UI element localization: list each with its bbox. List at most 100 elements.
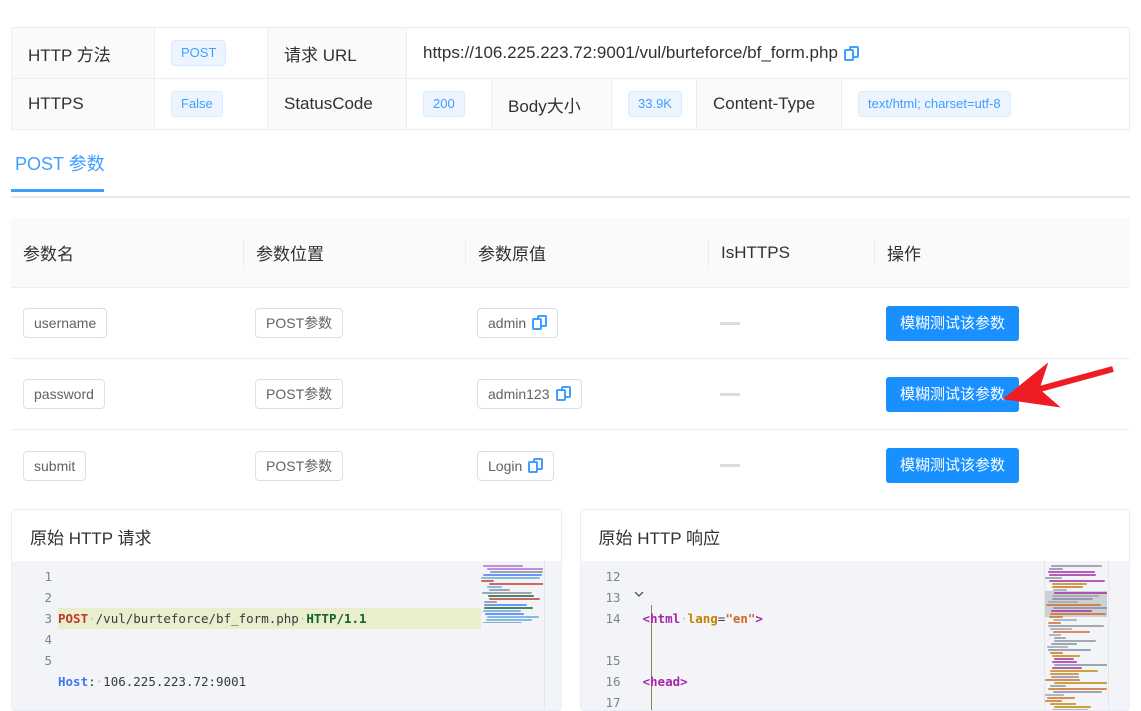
- request-code-editor[interactable]: 1 2 3 4 5 POST·/vul/burteforce/bf_form.p…: [12, 561, 561, 710]
- param-value-tag: admin123: [477, 379, 582, 409]
- column-header-param-position: 参数位置: [243, 238, 465, 267]
- minimap-line: [1054, 664, 1107, 666]
- minimap-line: [482, 622, 522, 623]
- param-position-tag: POST参数: [255, 379, 344, 409]
- raw-http-request-panel: 原始 HTTP 请求 1 2 3 4 5 POST·/vul/burteforc…: [11, 509, 562, 711]
- http-method-tag: POST: [171, 40, 227, 66]
- copy-icon[interactable]: [528, 457, 544, 473]
- minimap-line: [486, 616, 539, 618]
- tab-bar: POST 参数: [11, 150, 1130, 198]
- minimap-line: [1050, 613, 1106, 615]
- param-position-tag: POST参数: [255, 308, 344, 338]
- request-url-text: https://106.225.223.72:9001/vul/burtefor…: [423, 43, 838, 62]
- column-header-param-value: 参数原值: [465, 238, 708, 267]
- fuzz-param-button[interactable]: 模糊测试该参数: [886, 448, 1020, 483]
- summary-label-text: HTTPS: [28, 94, 84, 113]
- response-code-minimap[interactable]: [1045, 565, 1107, 710]
- line-number: 4: [44, 632, 52, 647]
- minimap-line: [1045, 700, 1062, 702]
- minimap-line: [480, 577, 540, 579]
- copy-icon[interactable]: [555, 386, 571, 401]
- summary-label-text: Content-Type: [713, 94, 816, 113]
- summary-label-content-type: Content-Type: [697, 79, 842, 129]
- minimap-line: [486, 568, 543, 570]
- minimap-line: [1054, 592, 1107, 594]
- line-number: 17: [605, 695, 621, 710]
- minimap-line: [1050, 628, 1072, 630]
- minimap-line: [483, 607, 533, 609]
- request-code-content: POST·/vul/burteforce/bf_form.php·HTTP/1.…: [58, 561, 481, 710]
- param-name-tag: username: [23, 308, 108, 338]
- minimap-line: [1054, 682, 1107, 684]
- summary-label-http-method: HTTP 方法: [12, 28, 155, 78]
- is-https-empty-dash: [720, 464, 740, 467]
- minimap-line: [1052, 583, 1087, 585]
- fuzz-param-button[interactable]: 模糊测试该参数: [886, 376, 1020, 412]
- minimap-line: [1050, 670, 1098, 672]
- minimap-line: [1052, 667, 1082, 669]
- minimap-line: [1052, 586, 1083, 588]
- is-https-empty-dash: [720, 392, 740, 396]
- raw-http-request-title: 原始 HTTP 请求: [12, 510, 561, 561]
- minimap-line: [1049, 616, 1063, 618]
- summary-value-request-url: https://106.225.223.72:9001/vul/burtefor…: [407, 28, 1129, 78]
- line-number: 3: [44, 611, 52, 626]
- code-line-html-open: <html·lang="en">: [642, 611, 763, 626]
- code-line-host: Host:·106.225.223.72:9001: [58, 674, 247, 689]
- minimap-line: [1048, 571, 1095, 573]
- minimap-line: [1050, 673, 1079, 675]
- minimap-line: [480, 580, 494, 582]
- line-number: 5: [44, 653, 52, 668]
- copy-icon[interactable]: [532, 315, 548, 330]
- request-line-numbers: 1 2 3 4 5: [12, 561, 58, 710]
- response-code-editor[interactable]: 12 13 14 15 16 17 18 <html·lang="en"> <h…: [580, 561, 1129, 710]
- minimap-line: [1050, 652, 1063, 654]
- minimap-line: [1049, 568, 1063, 570]
- minimap-line: [1046, 604, 1101, 606]
- minimap-line: [482, 574, 542, 576]
- cell-actions: 模糊测试该参数: [874, 376, 1130, 412]
- summary-label-https: HTTPS: [12, 79, 155, 129]
- summary-label-text: StatusCode: [284, 94, 373, 113]
- minimap-line: [1051, 676, 1079, 678]
- table-row: submit POST参数 Login 模糊测试该参数: [11, 430, 1130, 501]
- line-number: 1: [44, 569, 52, 584]
- copy-icon[interactable]: [843, 45, 859, 61]
- param-position-tag: POST参数: [255, 450, 344, 481]
- column-header-param-name: 参数名: [23, 245, 74, 264]
- minimap-line: [487, 595, 534, 597]
- is-https-empty-dash: [720, 321, 740, 325]
- minimap-line: [1054, 640, 1096, 642]
- minimap-line: [488, 589, 510, 591]
- cell-param-value: admin123: [465, 379, 708, 409]
- param-value-tag: Login: [477, 450, 555, 481]
- cell-actions: 模糊测试该参数: [874, 305, 1130, 341]
- code-panels: 原始 HTTP 请求 1 2 3 4 5 POST·/vul/burteforc…: [11, 509, 1130, 711]
- minimap-line: [1048, 622, 1061, 624]
- minimap-line: [1048, 601, 1078, 603]
- minimap-line: [1051, 565, 1102, 567]
- summary-value-https: False: [155, 79, 268, 129]
- response-line-numbers: 12 13 14 15 16 17 18: [581, 561, 627, 710]
- minimap-line: [1045, 694, 1064, 696]
- line-number: 16: [605, 674, 621, 689]
- minimap-line: [1052, 595, 1099, 597]
- minimap-line: [1052, 661, 1077, 663]
- minimap-line: [1045, 577, 1062, 579]
- minimap-line: [1053, 607, 1107, 609]
- fuzz-param-button[interactable]: 模糊测试该参数: [886, 305, 1020, 341]
- request-editor-scrollbar[interactable]: [550, 561, 560, 710]
- minimap-line: [481, 592, 532, 594]
- summary-label-text: 请求 URL: [284, 45, 357, 65]
- summary-value-statuscode: 200: [407, 79, 492, 129]
- tab-post-params[interactable]: POST 参数: [11, 150, 109, 192]
- body-size-tag: 33.9K: [628, 91, 682, 117]
- minimap-line: [1054, 706, 1091, 708]
- line-number: 13: [605, 590, 621, 605]
- minimap-line: [1052, 709, 1088, 710]
- line-number: 2: [44, 590, 52, 605]
- table-row: password POST参数 admin123 模糊测试该参数: [11, 359, 1130, 430]
- https-tag: False: [171, 91, 223, 117]
- minimap-line: [1054, 658, 1074, 660]
- request-code-minimap[interactable]: [480, 565, 543, 623]
